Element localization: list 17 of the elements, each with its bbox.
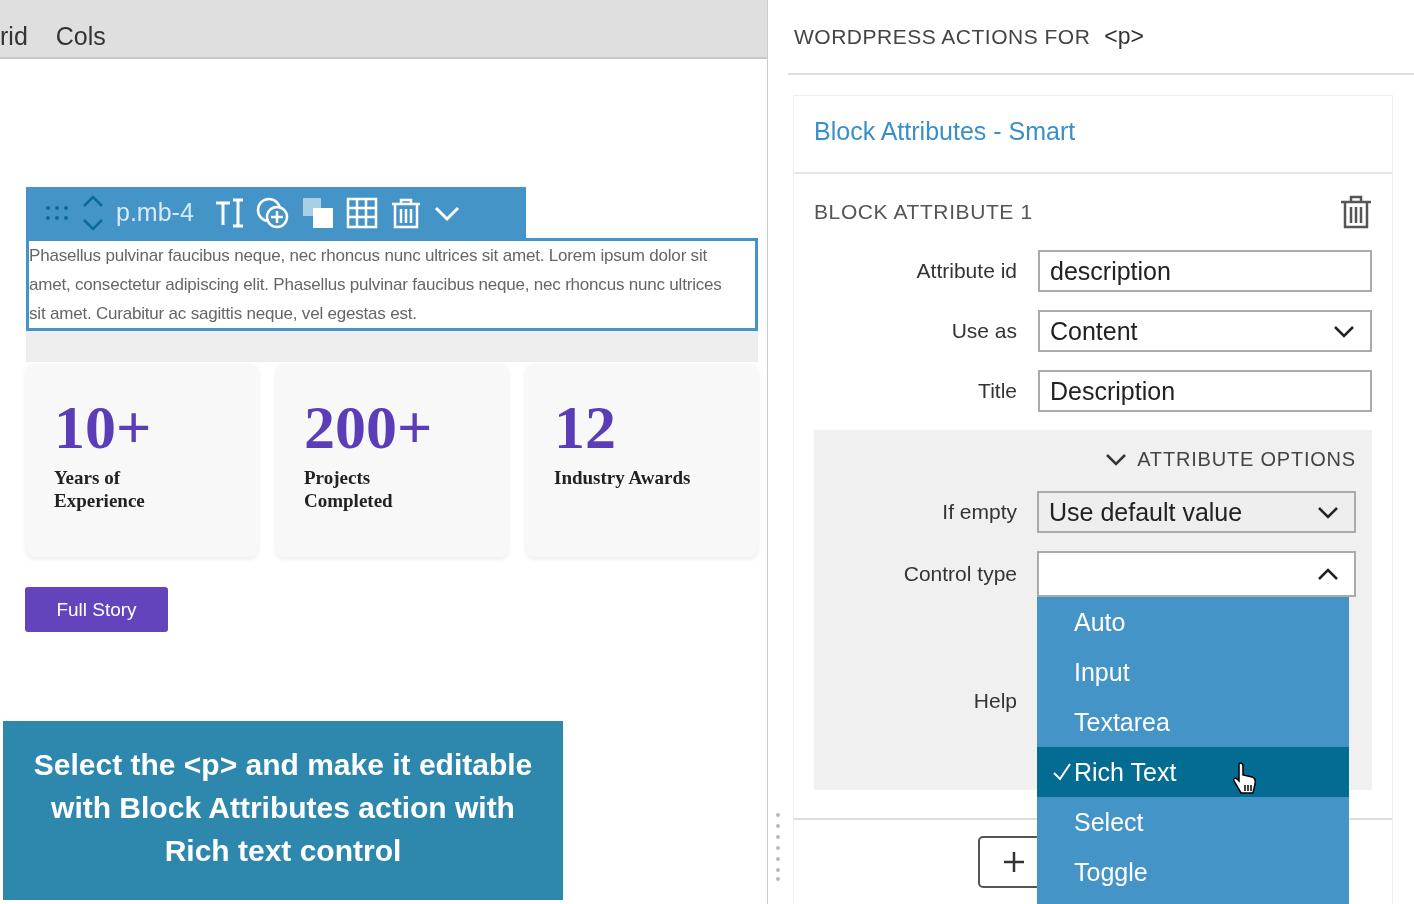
stat-label: Years of Experience xyxy=(54,466,146,512)
field-label: Attribute id xyxy=(915,259,1017,283)
card-title: Block Attributes - Smart xyxy=(794,96,1392,174)
stat-label: Projects Completed xyxy=(304,466,394,512)
element-tag: <p> xyxy=(1104,23,1144,50)
field-label: Control type xyxy=(902,562,1017,586)
caption-banner: Select the <p> and make it editable with Block Attributes action with Rich text control xyxy=(3,721,563,900)
stat-number: 12 xyxy=(554,396,617,458)
panel-title: WORDPRESS ACTIONS FOR xyxy=(794,24,1091,49)
field-label: Use as xyxy=(950,319,1017,343)
stat-number: 200+ xyxy=(304,396,434,458)
stat-number: 10+ xyxy=(54,396,153,458)
field-label: Help xyxy=(972,689,1017,713)
stat-label: Industry Awards xyxy=(554,466,692,489)
field-label: If empty xyxy=(941,500,1017,524)
section-title: BLOCK ATTRIBUTE 1 xyxy=(814,200,1033,224)
field-label: Title xyxy=(977,379,1017,403)
